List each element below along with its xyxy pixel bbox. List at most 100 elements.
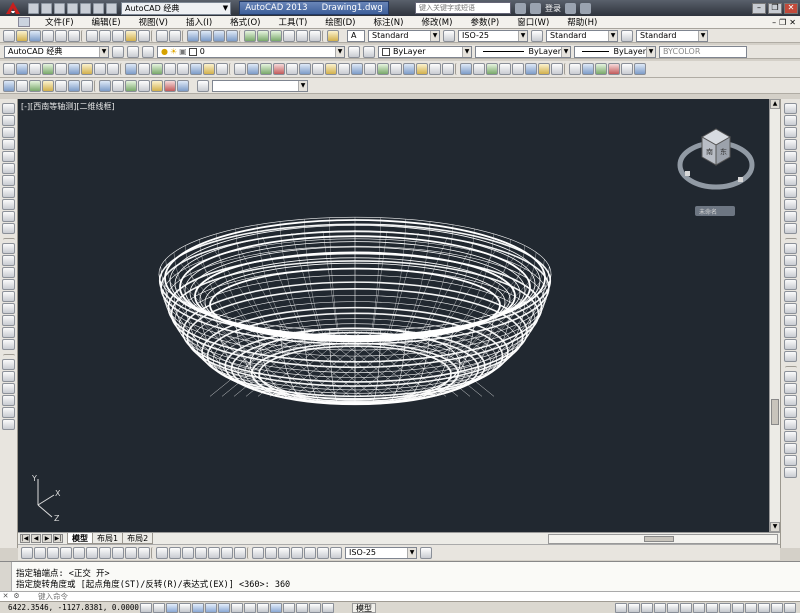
status-tray-icon[interactable] [745,602,757,613]
modify-tool-icon[interactable] [784,243,797,254]
modify-tool-icon[interactable] [784,267,797,278]
draw-tool-icon[interactable] [2,255,15,266]
dimension-tool-icon[interactable] [73,546,85,559]
modify-tool-icon[interactable] [784,103,797,114]
modeling-tool-icon[interactable] [582,63,594,75]
status-tray-icon[interactable] [732,602,744,613]
status-toggle-icon[interactable] [270,602,282,613]
modeling-tool-icon[interactable] [234,63,246,75]
draw-tool-icon[interactable] [2,243,15,254]
modeling-tool-icon[interactable] [569,63,581,75]
solid-edit-tool-icon[interactable] [55,79,67,92]
status-toggle-icon[interactable] [322,602,334,613]
modeling-tool-icon[interactable] [81,63,93,75]
mleader-style-icon[interactable] [621,29,633,42]
status-toggle-icon[interactable] [257,602,269,613]
status-tray-icon[interactable] [615,602,627,613]
status-tray-icon[interactable] [784,602,796,613]
modeling-tool-icon[interactable] [125,63,137,75]
draw-tool-icon[interactable] [2,103,15,114]
dimension-style-icon[interactable] [420,546,432,559]
modeling-tool-icon[interactable] [260,63,272,75]
modeling-tool-icon[interactable] [286,63,298,75]
publish-icon[interactable] [68,29,80,42]
modify-tool-icon[interactable] [784,419,797,430]
tool-palettes-icon[interactable] [270,29,282,42]
draw-tool-icon[interactable] [2,303,15,314]
modeling-tool-icon[interactable] [403,63,415,75]
open-icon[interactable] [41,2,52,14]
modeling-tool-icon[interactable] [16,63,28,75]
draw-tool-icon[interactable] [2,327,15,338]
plotstyle-dropdown[interactable]: BYCOLOR [659,45,747,58]
zoom-realtime-icon[interactable] [200,29,212,42]
first-tab-button[interactable]: |◀ [20,534,30,543]
mleader-style-dropdown[interactable]: Standard ▼ [636,29,708,42]
modeling-tool-icon[interactable] [595,63,607,75]
modeling-tool-icon[interactable] [151,63,163,75]
modify-tool-icon[interactable] [784,151,797,162]
status-tray-icon[interactable] [719,602,731,613]
status-toggle-icon[interactable] [179,602,191,613]
design-center-icon[interactable] [257,29,269,42]
save-icon[interactable] [54,2,65,14]
modify-tool-icon[interactable] [784,187,797,198]
solid-edit-tool-icon[interactable] [125,79,137,92]
modify-tool-icon[interactable] [784,407,797,418]
menu-view[interactable]: 视图(V) [130,16,177,28]
visual-style-icon[interactable] [197,79,209,92]
modeling-tool-icon[interactable] [68,63,80,75]
close-icon[interactable]: ✕ [0,592,11,601]
sheet-set-icon[interactable] [283,29,295,42]
quickcalc-icon[interactable] [309,29,321,42]
plot-preview-icon[interactable] [55,29,67,42]
qnew-icon[interactable] [3,29,15,42]
help-tool-icon[interactable] [327,29,339,42]
doc-minimize-button[interactable]: – [772,18,776,27]
solid-edit-tool-icon[interactable] [138,79,150,92]
prev-tab-button[interactable]: ◀ [31,534,41,543]
draw-tool-icon[interactable] [2,267,15,278]
undo-icon[interactable] [93,2,104,14]
modeling-tool-icon[interactable] [216,63,228,75]
modeling-tool-icon[interactable] [473,63,485,75]
modify-tool-icon[interactable] [784,443,797,454]
modify-tool-icon[interactable] [784,115,797,126]
solid-edit-tool-icon[interactable] [16,79,28,92]
draw-tool-icon[interactable] [2,127,15,138]
solid-edit-tool-icon[interactable] [151,79,163,92]
exchange-icon[interactable] [565,2,576,14]
dim-style-combo[interactable]: ISO-25 ▼ [345,546,417,559]
table-style-dropdown[interactable]: Standard ▼ [546,29,618,42]
block-editor-icon[interactable] [138,29,150,42]
dimension-tool-icon[interactable] [138,546,150,559]
settings-icon[interactable]: ⚙ [11,592,22,601]
paste-icon[interactable] [112,29,124,42]
scroll-down-button[interactable]: ▼ [770,522,780,532]
dimension-tool-icon[interactable] [34,546,46,559]
lineweight-dropdown[interactable]: ByLayer ▼ [574,45,656,58]
draw-tool-icon[interactable] [2,291,15,302]
dimension-tool-icon[interactable] [330,546,342,559]
status-tray-icon[interactable] [680,602,692,613]
next-tab-button[interactable]: ▶ [42,534,52,543]
modify-tool-icon[interactable] [784,255,797,266]
layer-properties-icon[interactable] [142,45,154,58]
tab-model[interactable]: 模型 [67,533,93,544]
text-style-dropdown[interactable]: Standard ▼ [368,29,440,42]
solid-edit-tool-icon[interactable] [81,79,93,92]
modify-tool-icon[interactable] [784,431,797,442]
help-icon[interactable] [580,2,591,14]
zoom-previous-icon[interactable] [226,29,238,42]
modeling-tool-icon[interactable] [621,63,633,75]
hscroll-thumb[interactable] [644,535,674,542]
dimension-tool-icon[interactable] [47,546,59,559]
modeling-tool-icon[interactable] [608,63,620,75]
modeling-tool-icon[interactable] [499,63,511,75]
modify-tool-icon[interactable] [784,291,797,302]
menu-tools[interactable]: 工具(T) [269,16,316,28]
menu-dimension[interactable]: 标注(N) [364,16,412,28]
last-tab-button[interactable]: ▶| [53,534,63,543]
dimension-tool-icon[interactable] [221,546,233,559]
visual-style-dropdown[interactable]: ▼ [212,79,308,92]
